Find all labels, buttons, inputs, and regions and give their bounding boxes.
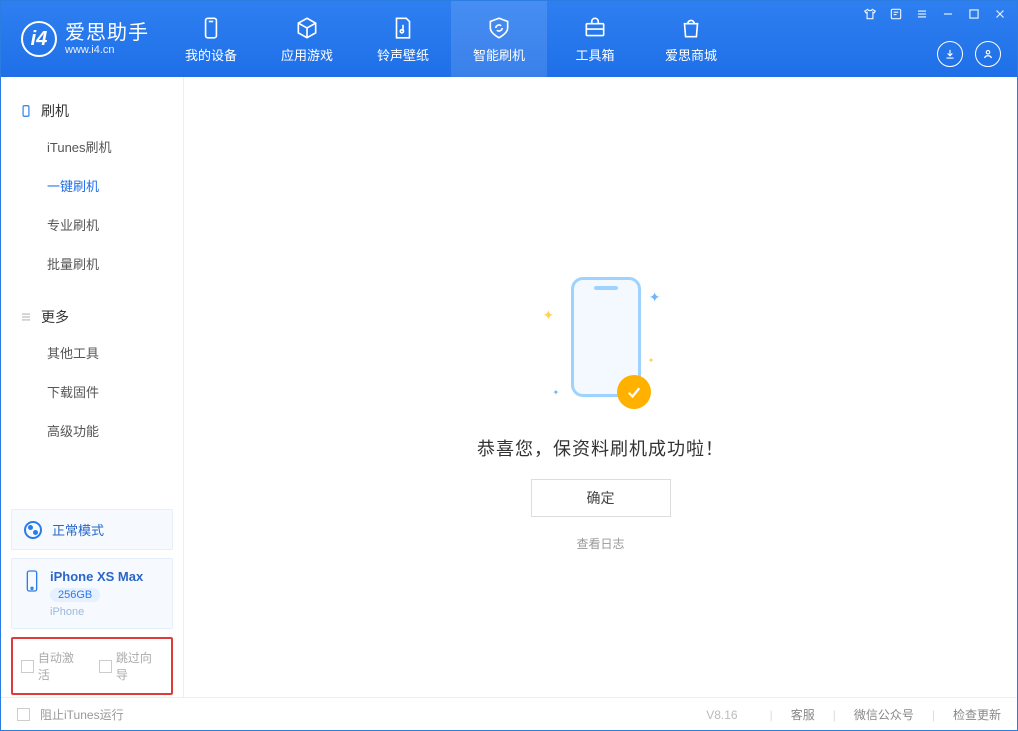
version-label: V8.16 (706, 708, 737, 722)
app-name: 爱思助手 (65, 22, 149, 44)
separator: | (932, 708, 935, 722)
list-icon (19, 310, 33, 324)
checkbox-block-itunes[interactable]: 阻止iTunes运行 (17, 706, 124, 723)
main-panel: ✦ ✦ ✦ ✦ 恭喜您，保资料刷机成功啦！ 确定 查看日志 (184, 77, 1017, 697)
result-message: 恭喜您，保资料刷机成功啦！ (477, 435, 724, 461)
titlebar: i4 爱思助手 www.i4.cn 我的设备 应用游戏 铃声壁纸 (1, 1, 1017, 77)
sidebar-item-oneclick-flash[interactable]: 一键刷机 (1, 166, 183, 205)
minimize-icon[interactable] (941, 7, 955, 21)
music-file-icon (390, 15, 416, 41)
nav-toolbox[interactable]: 工具箱 (547, 1, 643, 77)
checkbox-auto-activate[interactable]: 自动激活 (21, 649, 85, 683)
feedback-icon[interactable] (889, 7, 903, 21)
checkbox-label: 跳过向导 (116, 649, 163, 683)
mode-label: 正常模式 (52, 520, 104, 539)
maximize-icon[interactable] (967, 7, 981, 21)
options-highlight-box: 自动激活 跳过向导 (11, 637, 173, 695)
sidebar-item-batch-flash[interactable]: 批量刷机 (1, 244, 183, 283)
device-phone-icon (24, 569, 40, 593)
app-domain: www.i4.cn (65, 44, 149, 56)
nav-label: 工具箱 (575, 45, 614, 64)
body: 刷机 iTunes刷机 一键刷机 专业刷机 批量刷机 更多 其他工具 下载固件 … (1, 77, 1017, 697)
sparkle-icon: ✦ (543, 307, 555, 324)
window-controls-top (863, 7, 1007, 21)
sidebar-group-more: 更多 (1, 301, 183, 333)
sidebar-group-label: 刷机 (41, 101, 69, 121)
device-card[interactable]: iPhone XS Max 256GB iPhone (11, 558, 173, 629)
logo-area: i4 爱思助手 www.i4.cn (1, 1, 163, 77)
main-nav: 我的设备 应用游戏 铃声壁纸 智能刷机 工具箱 (163, 1, 739, 77)
phone-icon (198, 15, 224, 41)
nav-label: 应用游戏 (281, 45, 333, 64)
sidebar-item-download-firmware[interactable]: 下载固件 (1, 372, 183, 411)
nav-apps[interactable]: 应用游戏 (259, 1, 355, 77)
close-icon[interactable] (993, 7, 1007, 21)
sparkle-icon: ✦ (648, 356, 655, 365)
sidebar-group-flash: 刷机 (1, 95, 183, 127)
separator: | (770, 708, 773, 722)
view-log-link[interactable]: 查看日志 (576, 535, 624, 552)
bag-icon (678, 15, 704, 41)
sidebar-item-other-tools[interactable]: 其他工具 (1, 333, 183, 372)
nav-store[interactable]: 爱思商城 (643, 1, 739, 77)
download-icon[interactable] (937, 41, 963, 67)
status-link-wechat[interactable]: 微信公众号 (854, 706, 914, 723)
shirt-icon[interactable] (863, 7, 877, 21)
checkbox-icon (21, 660, 34, 673)
user-icon[interactable] (975, 41, 1001, 67)
nav-flash[interactable]: 智能刷机 (451, 1, 547, 77)
checkbox-label: 阻止iTunes运行 (40, 706, 124, 723)
mode-icon (24, 521, 42, 539)
logo-text: 爱思助手 www.i4.cn (65, 22, 149, 56)
nav-label: 爱思商城 (665, 45, 717, 64)
nav-my-device[interactable]: 我的设备 (163, 1, 259, 77)
status-link-update[interactable]: 检查更新 (953, 706, 1001, 723)
device-storage: 256GB (50, 588, 100, 602)
logo-icon: i4 (21, 21, 57, 57)
window-controls-bottom (937, 41, 1001, 67)
nav-label: 我的设备 (185, 45, 237, 64)
checkbox-icon (99, 660, 112, 673)
check-badge-icon (617, 375, 651, 409)
separator: | (833, 708, 836, 722)
nav-label: 铃声壁纸 (377, 45, 429, 64)
sidebar: 刷机 iTunes刷机 一键刷机 专业刷机 批量刷机 更多 其他工具 下载固件 … (1, 77, 184, 697)
sidebar-item-advanced[interactable]: 高级功能 (1, 411, 183, 450)
sidebar-group-label: 更多 (41, 307, 69, 327)
mode-card[interactable]: 正常模式 (11, 509, 173, 550)
ok-button[interactable]: 确定 (531, 479, 671, 517)
cube-icon (294, 15, 320, 41)
nav-label: 智能刷机 (473, 45, 525, 64)
menu-icon[interactable] (915, 7, 929, 21)
statusbar: 阻止iTunes运行 V8.16 | 客服 | 微信公众号 | 检查更新 (1, 697, 1017, 731)
device-icon (19, 104, 33, 118)
briefcase-icon (582, 15, 608, 41)
sidebar-item-itunes-flash[interactable]: iTunes刷机 (1, 127, 183, 166)
result-panel: ✦ ✦ ✦ ✦ 恭喜您，保资料刷机成功啦！ 确定 查看日志 (184, 277, 1017, 552)
status-link-support[interactable]: 客服 (791, 706, 815, 723)
checkbox-icon (17, 708, 30, 721)
device-name: iPhone XS Max (50, 569, 143, 584)
nav-ringtones[interactable]: 铃声壁纸 (355, 1, 451, 77)
checkbox-label: 自动激活 (38, 649, 85, 683)
success-illustration: ✦ ✦ ✦ ✦ (541, 277, 661, 417)
sparkle-icon: ✦ (553, 388, 560, 397)
shield-refresh-icon (486, 15, 512, 41)
sparkle-icon: ✦ (649, 289, 661, 306)
sidebar-item-pro-flash[interactable]: 专业刷机 (1, 205, 183, 244)
checkbox-skip-guide[interactable]: 跳过向导 (99, 649, 163, 683)
device-type: iPhone (50, 606, 143, 618)
